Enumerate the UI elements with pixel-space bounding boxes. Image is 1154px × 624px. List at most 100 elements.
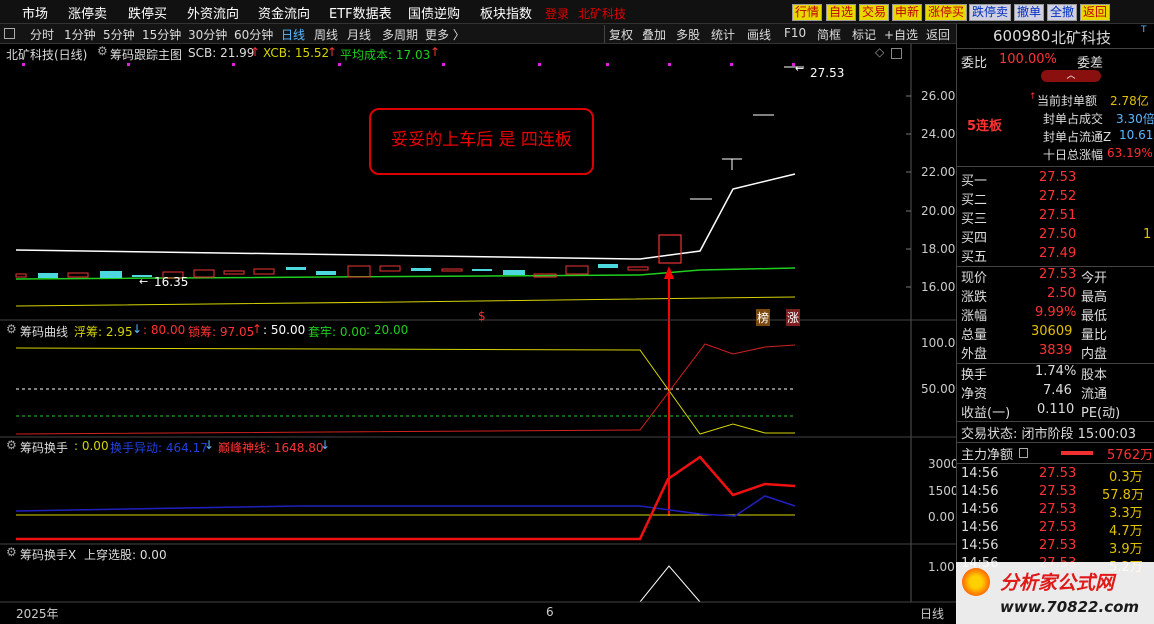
tab-1min[interactable]: 1分钟 bbox=[64, 26, 96, 43]
scb-value: SCB: 21.99 bbox=[188, 46, 255, 60]
quote-panel: 600980 北矿科技 T 委比 100.00% 委差 ︿ 5连板 ↑ 当前封单… bbox=[956, 24, 1154, 624]
ytick-22: 22.00 bbox=[921, 165, 956, 179]
btn-f10[interactable]: F10 bbox=[784, 26, 806, 40]
btn-limit-down-sell[interactable]: 跌停卖 bbox=[969, 4, 1012, 21]
tick-3-time: 14:56 bbox=[961, 520, 999, 535]
p2-title[interactable]: 筹码曲线 bbox=[20, 323, 68, 340]
btn-watchlist[interactable]: 自选 bbox=[826, 4, 857, 21]
watermark: 分析家公式网 www.70822.com bbox=[956, 562, 1154, 624]
high-arrow-icon: ← bbox=[795, 62, 805, 75]
zuidi-label: 最低 bbox=[1081, 309, 1108, 324]
p4-settings-icon[interactable]: ⚙ bbox=[6, 545, 17, 559]
btn-cancel[interactable]: 撤单 bbox=[1014, 4, 1045, 21]
menu-fund-flow[interactable]: 资金流向 bbox=[258, 3, 310, 22]
stat-1-val: 3.30倍 bbox=[1116, 112, 1154, 126]
tab-intraday[interactable]: 分时 bbox=[30, 26, 54, 43]
zhuli-label[interactable]: 主力净额 bbox=[961, 444, 1013, 463]
xaxis-year: 2025年 bbox=[16, 607, 59, 621]
btn-multi-stock[interactable]: 多股 bbox=[676, 26, 700, 43]
bid-5-price: 27.49 bbox=[1039, 246, 1077, 261]
menu-foreign-flow[interactable]: 外资流向 bbox=[187, 3, 239, 22]
bid-3-price: 27.51 bbox=[1039, 208, 1077, 223]
btn-return[interactable]: 返回 bbox=[926, 26, 950, 43]
btn-draw[interactable]: 画线 bbox=[747, 26, 771, 43]
shouyi-label: 收益(一) bbox=[961, 406, 1011, 421]
p3-dianfeng: 巅峰神线: 1648.80 bbox=[218, 441, 324, 455]
settings-icon[interactable]: ⚙ bbox=[97, 44, 108, 58]
p3-down-icon-2: ↓ bbox=[320, 438, 331, 452]
waipan-value: 3839 bbox=[1039, 343, 1073, 358]
btn-back[interactable]: 返回 bbox=[1080, 4, 1111, 21]
zhuli-menu-icon[interactable] bbox=[1019, 448, 1028, 458]
top-menu: 市场 涨停卖 跌停买 外资流向 资金流向 ETF数据表 国债逆购 板块指数 登录… bbox=[0, 0, 1154, 24]
p2-settings-icon[interactable]: ⚙ bbox=[6, 322, 17, 336]
low-arrow-icon: ← bbox=[139, 275, 149, 288]
p4-title[interactable]: 筹码换手X bbox=[20, 546, 76, 563]
tick-3-vol: 4.7万 bbox=[1109, 524, 1143, 539]
highlight-box bbox=[658, 234, 682, 264]
tab-weekly[interactable]: 周线 bbox=[314, 26, 338, 43]
login-link[interactable]: 登录 bbox=[545, 5, 569, 22]
avg-cost-line bbox=[15, 267, 796, 280]
bid-1-price: 27.53 bbox=[1039, 170, 1077, 185]
tab-5min[interactable]: 5分钟 bbox=[103, 26, 135, 43]
bid-3-label: 买三 bbox=[961, 212, 988, 227]
btn-mark[interactable]: 标记 bbox=[852, 26, 876, 43]
tab-multi-period[interactable]: 多周期 bbox=[382, 26, 418, 43]
guben-label: 股本 bbox=[1081, 368, 1108, 383]
menu-repo[interactable]: 国债逆购 bbox=[408, 3, 460, 22]
stat-3-val: 63.19% bbox=[1107, 146, 1153, 160]
p3-ytick-0: 0.00 bbox=[928, 510, 955, 524]
btn-simple-frame[interactable]: 简框 bbox=[817, 26, 841, 43]
btn-limit-up-buy[interactable]: 涨停买 bbox=[925, 4, 968, 21]
btn-overlay[interactable]: 叠加 bbox=[642, 26, 666, 43]
tick-4-vol: 3.9万 bbox=[1109, 542, 1143, 557]
tab-monthly[interactable]: 月线 bbox=[347, 26, 371, 43]
bid-4-price: 27.50 bbox=[1039, 227, 1077, 242]
collapse-icon[interactable]: ︿ bbox=[1041, 70, 1101, 82]
bid-4-qty: 1 bbox=[1143, 227, 1152, 242]
btn-ipo[interactable]: 申新 bbox=[892, 4, 923, 21]
jinkai-label: 今开 bbox=[1081, 271, 1108, 286]
btn-adjust[interactable]: 复权 bbox=[609, 26, 633, 43]
zongliang-value: 30609 bbox=[1031, 324, 1073, 339]
tab-15min[interactable]: 15分钟 bbox=[142, 26, 181, 43]
marker-zhang: 涨 bbox=[786, 309, 801, 326]
trade-status: 交易状态: 闭市阶段 15:00:03 bbox=[961, 427, 1137, 442]
marker-s: $ bbox=[478, 309, 486, 323]
btn-quote[interactable]: 行情 bbox=[792, 4, 823, 21]
annotation-box: 妥妥的上车后 是 四连板 bbox=[369, 108, 594, 175]
p3-ytick-1500: 1500 bbox=[928, 484, 959, 498]
main-indicator-name[interactable]: 筹码跟踪主图 bbox=[110, 46, 182, 63]
p2-lines bbox=[15, 343, 796, 438]
p2-ytick-50: 50.00 bbox=[921, 382, 956, 396]
btn-cancel-all[interactable]: 全撤 bbox=[1047, 4, 1078, 21]
p3-settings-icon[interactable]: ⚙ bbox=[6, 438, 17, 452]
btn-add-watch[interactable]: +自选 bbox=[884, 26, 918, 43]
menu-limit-up-sell[interactable]: 涨停卖 bbox=[68, 3, 107, 22]
diamond-icon[interactable]: ◇ bbox=[875, 45, 884, 59]
tick-0-price: 27.53 bbox=[1039, 466, 1077, 481]
panel-toggle-icon[interactable] bbox=[4, 28, 15, 39]
menu-sector-index[interactable]: 板块指数 bbox=[480, 3, 532, 22]
tab-daily[interactable]: 日线 bbox=[281, 26, 305, 43]
p2-ytick-100: 100.0 bbox=[921, 336, 956, 350]
btn-trade[interactable]: 交易 bbox=[859, 4, 890, 21]
menu-etf[interactable]: ETF数据表 bbox=[329, 3, 392, 22]
tab-60min[interactable]: 60分钟 bbox=[234, 26, 273, 43]
jingzi-label: 净资 bbox=[961, 387, 988, 402]
ytick-24: 24.00 bbox=[921, 127, 956, 141]
xaxis-month: 6 bbox=[546, 605, 554, 619]
t-icon: T bbox=[1141, 25, 1147, 35]
stat-3-key: 十日总涨幅 bbox=[1043, 148, 1104, 162]
p2-v3: : 20.00 bbox=[366, 323, 409, 337]
scb-line bbox=[15, 173, 796, 260]
btn-stats[interactable]: 统计 bbox=[711, 26, 735, 43]
maximize-icon[interactable] bbox=[891, 48, 902, 59]
p2-suochou: 锁筹: 97.05 bbox=[188, 325, 255, 339]
tab-30min[interactable]: 30分钟 bbox=[188, 26, 227, 43]
menu-market[interactable]: 市场 bbox=[22, 3, 48, 22]
p3-title[interactable]: 筹码换手 bbox=[20, 439, 68, 456]
menu-limit-down-buy[interactable]: 跌停买 bbox=[128, 3, 167, 22]
tab-more[interactable]: 更多 〉 bbox=[425, 26, 465, 43]
